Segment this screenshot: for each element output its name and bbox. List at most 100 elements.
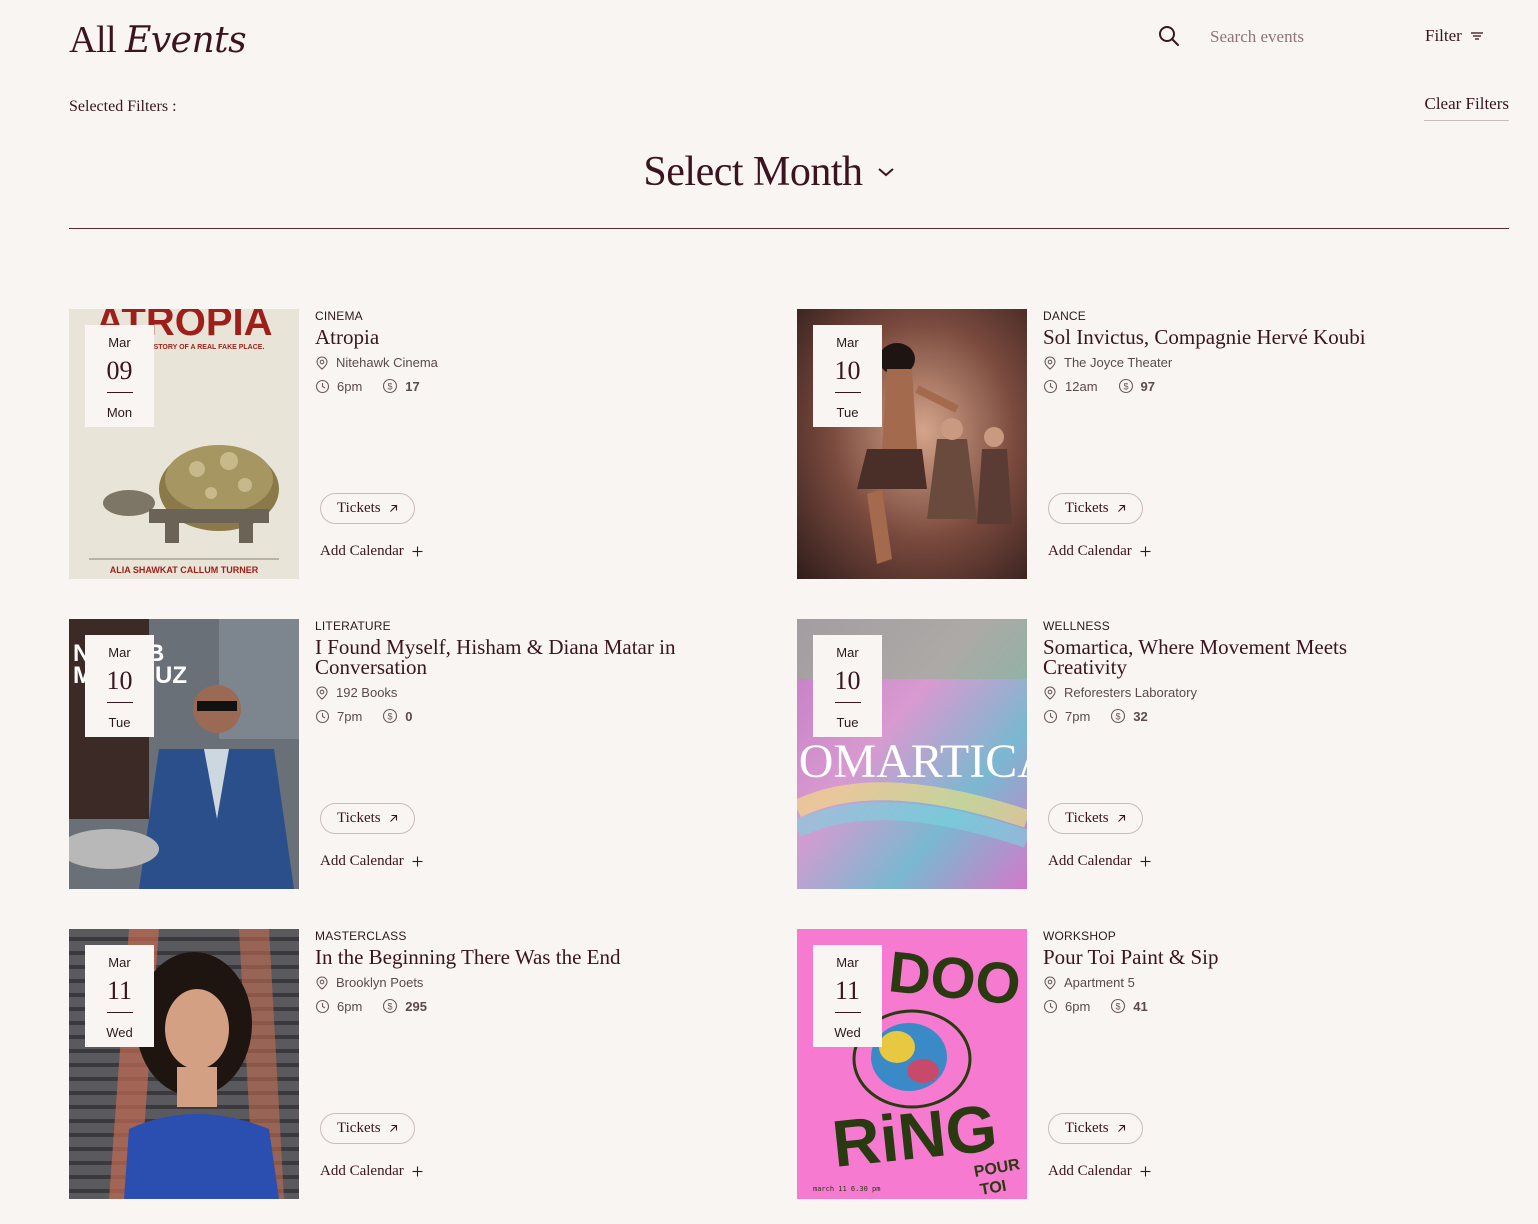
event-venue-row: Reforesters Laboratory bbox=[1043, 685, 1497, 700]
event-title[interactable]: Somartica, Where Movement Meets Creativi… bbox=[1043, 637, 1423, 678]
tickets-button[interactable]: Tickets bbox=[320, 803, 415, 834]
filters-row: Selected Filters : Clear Filters bbox=[69, 94, 1509, 126]
event-info: WORKSHOP Pour Toi Paint & Sip Apartment … bbox=[1043, 929, 1497, 1199]
event-info: LITERATURE I Found Myself, Hisham & Dian… bbox=[315, 619, 769, 889]
add-calendar-button[interactable]: Add Calendar bbox=[320, 853, 423, 870]
event-card[interactable]: DOO RiNG march 11 6.30 pm POUR TOI Mar 1… bbox=[797, 929, 1497, 1199]
chevron-down-icon bbox=[877, 166, 895, 178]
date-month: Mar bbox=[836, 335, 859, 350]
tickets-button[interactable]: Tickets bbox=[1048, 1113, 1143, 1144]
event-poster[interactable]: Mar 10 Tue bbox=[797, 309, 1027, 579]
tickets-button[interactable]: Tickets bbox=[320, 1113, 415, 1144]
event-time: 6pm bbox=[337, 998, 363, 1014]
month-select[interactable]: Select Month bbox=[0, 148, 1538, 196]
svg-text:$: $ bbox=[1116, 1002, 1121, 1012]
date-month: Mar bbox=[108, 645, 131, 660]
event-poster[interactable]: ATROPIA STORY OF A REAL FAKE PLACE. ALIA… bbox=[69, 309, 299, 579]
event-venue-row: Nitehawk Cinema bbox=[315, 355, 769, 370]
tickets-button[interactable]: Tickets bbox=[1048, 493, 1143, 524]
event-poster[interactable]: N B M UZ Mar 10 Tue bbox=[69, 619, 299, 889]
dollar-icon: $ bbox=[1110, 708, 1126, 724]
event-time: 6pm bbox=[1065, 998, 1091, 1014]
svg-text:$: $ bbox=[1116, 712, 1121, 722]
clear-filters-button[interactable]: Clear Filters bbox=[1424, 94, 1509, 121]
date-weekday: Tue bbox=[836, 405, 859, 420]
date-month: Mar bbox=[108, 955, 131, 970]
event-poster[interactable]: SOMARTICA Mar 10 Tue bbox=[797, 619, 1027, 889]
event-info: CINEMA Atropia Nitehawk Cinema 6pm $ 17 … bbox=[315, 309, 769, 579]
event-category: WELLNESS bbox=[1043, 619, 1110, 633]
add-calendar-button[interactable]: Add Calendar bbox=[320, 1163, 423, 1180]
event-card[interactable]: SOMARTICA Mar 10 Tue WELLNESS Somartica,… bbox=[797, 619, 1497, 889]
search-input[interactable] bbox=[1210, 22, 1380, 52]
event-price: 17 bbox=[405, 378, 420, 394]
clock-icon bbox=[315, 709, 330, 724]
date-weekday: Tue bbox=[836, 715, 859, 730]
clock-icon bbox=[315, 379, 330, 394]
event-title[interactable]: Atropia bbox=[315, 327, 695, 348]
tickets-button[interactable]: Tickets bbox=[1048, 803, 1143, 834]
event-venue: The Joyce Theater bbox=[1064, 355, 1173, 370]
date-rule bbox=[106, 392, 133, 393]
plus-icon bbox=[1140, 856, 1151, 867]
date-badge: Mar 11 Wed bbox=[813, 945, 882, 1047]
divider bbox=[69, 228, 1509, 229]
event-venue: Nitehawk Cinema bbox=[336, 355, 438, 370]
add-calendar-button[interactable]: Add Calendar bbox=[1048, 1163, 1151, 1180]
clock-icon bbox=[1043, 999, 1058, 1014]
svg-text:DOO: DOO bbox=[886, 939, 1024, 1017]
arrow-up-right-icon bbox=[1117, 1124, 1126, 1133]
dollar-icon: $ bbox=[1110, 998, 1126, 1014]
date-rule bbox=[106, 1012, 133, 1013]
svg-text:$: $ bbox=[388, 1002, 393, 1012]
add-calendar-label: Add Calendar bbox=[320, 853, 404, 869]
add-calendar-button[interactable]: Add Calendar bbox=[1048, 543, 1151, 560]
event-card[interactable]: ATROPIA STORY OF A REAL FAKE PLACE. ALIA… bbox=[69, 309, 769, 579]
date-rule bbox=[106, 702, 133, 703]
event-time-row: 12am $ 97 bbox=[1043, 378, 1497, 394]
search-icon[interactable] bbox=[1157, 24, 1181, 48]
event-title[interactable]: Pour Toi Paint & Sip bbox=[1043, 947, 1423, 968]
arrow-up-right-icon bbox=[1117, 504, 1126, 513]
arrow-up-right-icon bbox=[389, 1124, 398, 1133]
clock-icon bbox=[315, 999, 330, 1014]
clock-icon bbox=[1043, 709, 1058, 724]
filter-label: Filter bbox=[1425, 26, 1462, 45]
event-venue-row: 192 Books bbox=[315, 685, 769, 700]
plus-icon bbox=[412, 1166, 423, 1177]
event-title[interactable]: In the Beginning There Was the End bbox=[315, 947, 695, 968]
event-time-row: 6pm $ 17 bbox=[315, 378, 769, 394]
svg-text:march 11 6.30 pm: march 11 6.30 pm bbox=[813, 1185, 880, 1193]
date-badge: Mar 09 Mon bbox=[85, 325, 154, 427]
tickets-button[interactable]: Tickets bbox=[320, 493, 415, 524]
event-poster[interactable]: DOO RiNG march 11 6.30 pm POUR TOI Mar 1… bbox=[797, 929, 1027, 1199]
svg-text:UZ: UZ bbox=[155, 662, 187, 689]
date-weekday: Tue bbox=[108, 715, 131, 730]
filter-button[interactable]: Filter bbox=[1425, 26, 1484, 46]
add-calendar-button[interactable]: Add Calendar bbox=[320, 543, 423, 560]
date-rule bbox=[834, 702, 861, 703]
event-card[interactable]: Mar 10 Tue DANCE Sol Invictus, Compagnie… bbox=[797, 309, 1497, 579]
month-select-label: Select Month bbox=[643, 149, 863, 195]
event-poster[interactable]: Mar 11 Wed bbox=[69, 929, 299, 1199]
add-calendar-label: Add Calendar bbox=[1048, 853, 1132, 869]
event-card[interactable]: N B M UZ Mar 10 Tue LITERATURE I Found M… bbox=[69, 619, 769, 889]
dollar-icon: $ bbox=[382, 708, 398, 724]
event-title[interactable]: Sol Invictus, Compagnie Hervé Koubi bbox=[1043, 327, 1423, 348]
event-title[interactable]: I Found Myself, Hisham & Diana Matar in … bbox=[315, 637, 695, 678]
date-weekday: Wed bbox=[106, 1025, 133, 1040]
tickets-label: Tickets bbox=[1065, 810, 1109, 826]
event-venue-row: Apartment 5 bbox=[1043, 975, 1497, 990]
event-time: 7pm bbox=[337, 708, 363, 724]
svg-text:ALIA SHAWKAT CALLUM TURNER: ALIA SHAWKAT CALLUM TURNER bbox=[110, 565, 259, 575]
location-pin-icon bbox=[315, 685, 329, 700]
event-category: LITERATURE bbox=[315, 619, 391, 633]
event-card[interactable]: Mar 11 Wed MASTERCLASS In the Beginning … bbox=[69, 929, 769, 1199]
add-calendar-button[interactable]: Add Calendar bbox=[1048, 853, 1151, 870]
event-time-row: 7pm $ 0 bbox=[315, 708, 769, 724]
tickets-label: Tickets bbox=[1065, 500, 1109, 516]
date-month: Mar bbox=[836, 645, 859, 660]
location-pin-icon bbox=[315, 355, 329, 370]
filter-icon bbox=[1470, 31, 1484, 41]
event-time: 12am bbox=[1065, 378, 1098, 394]
